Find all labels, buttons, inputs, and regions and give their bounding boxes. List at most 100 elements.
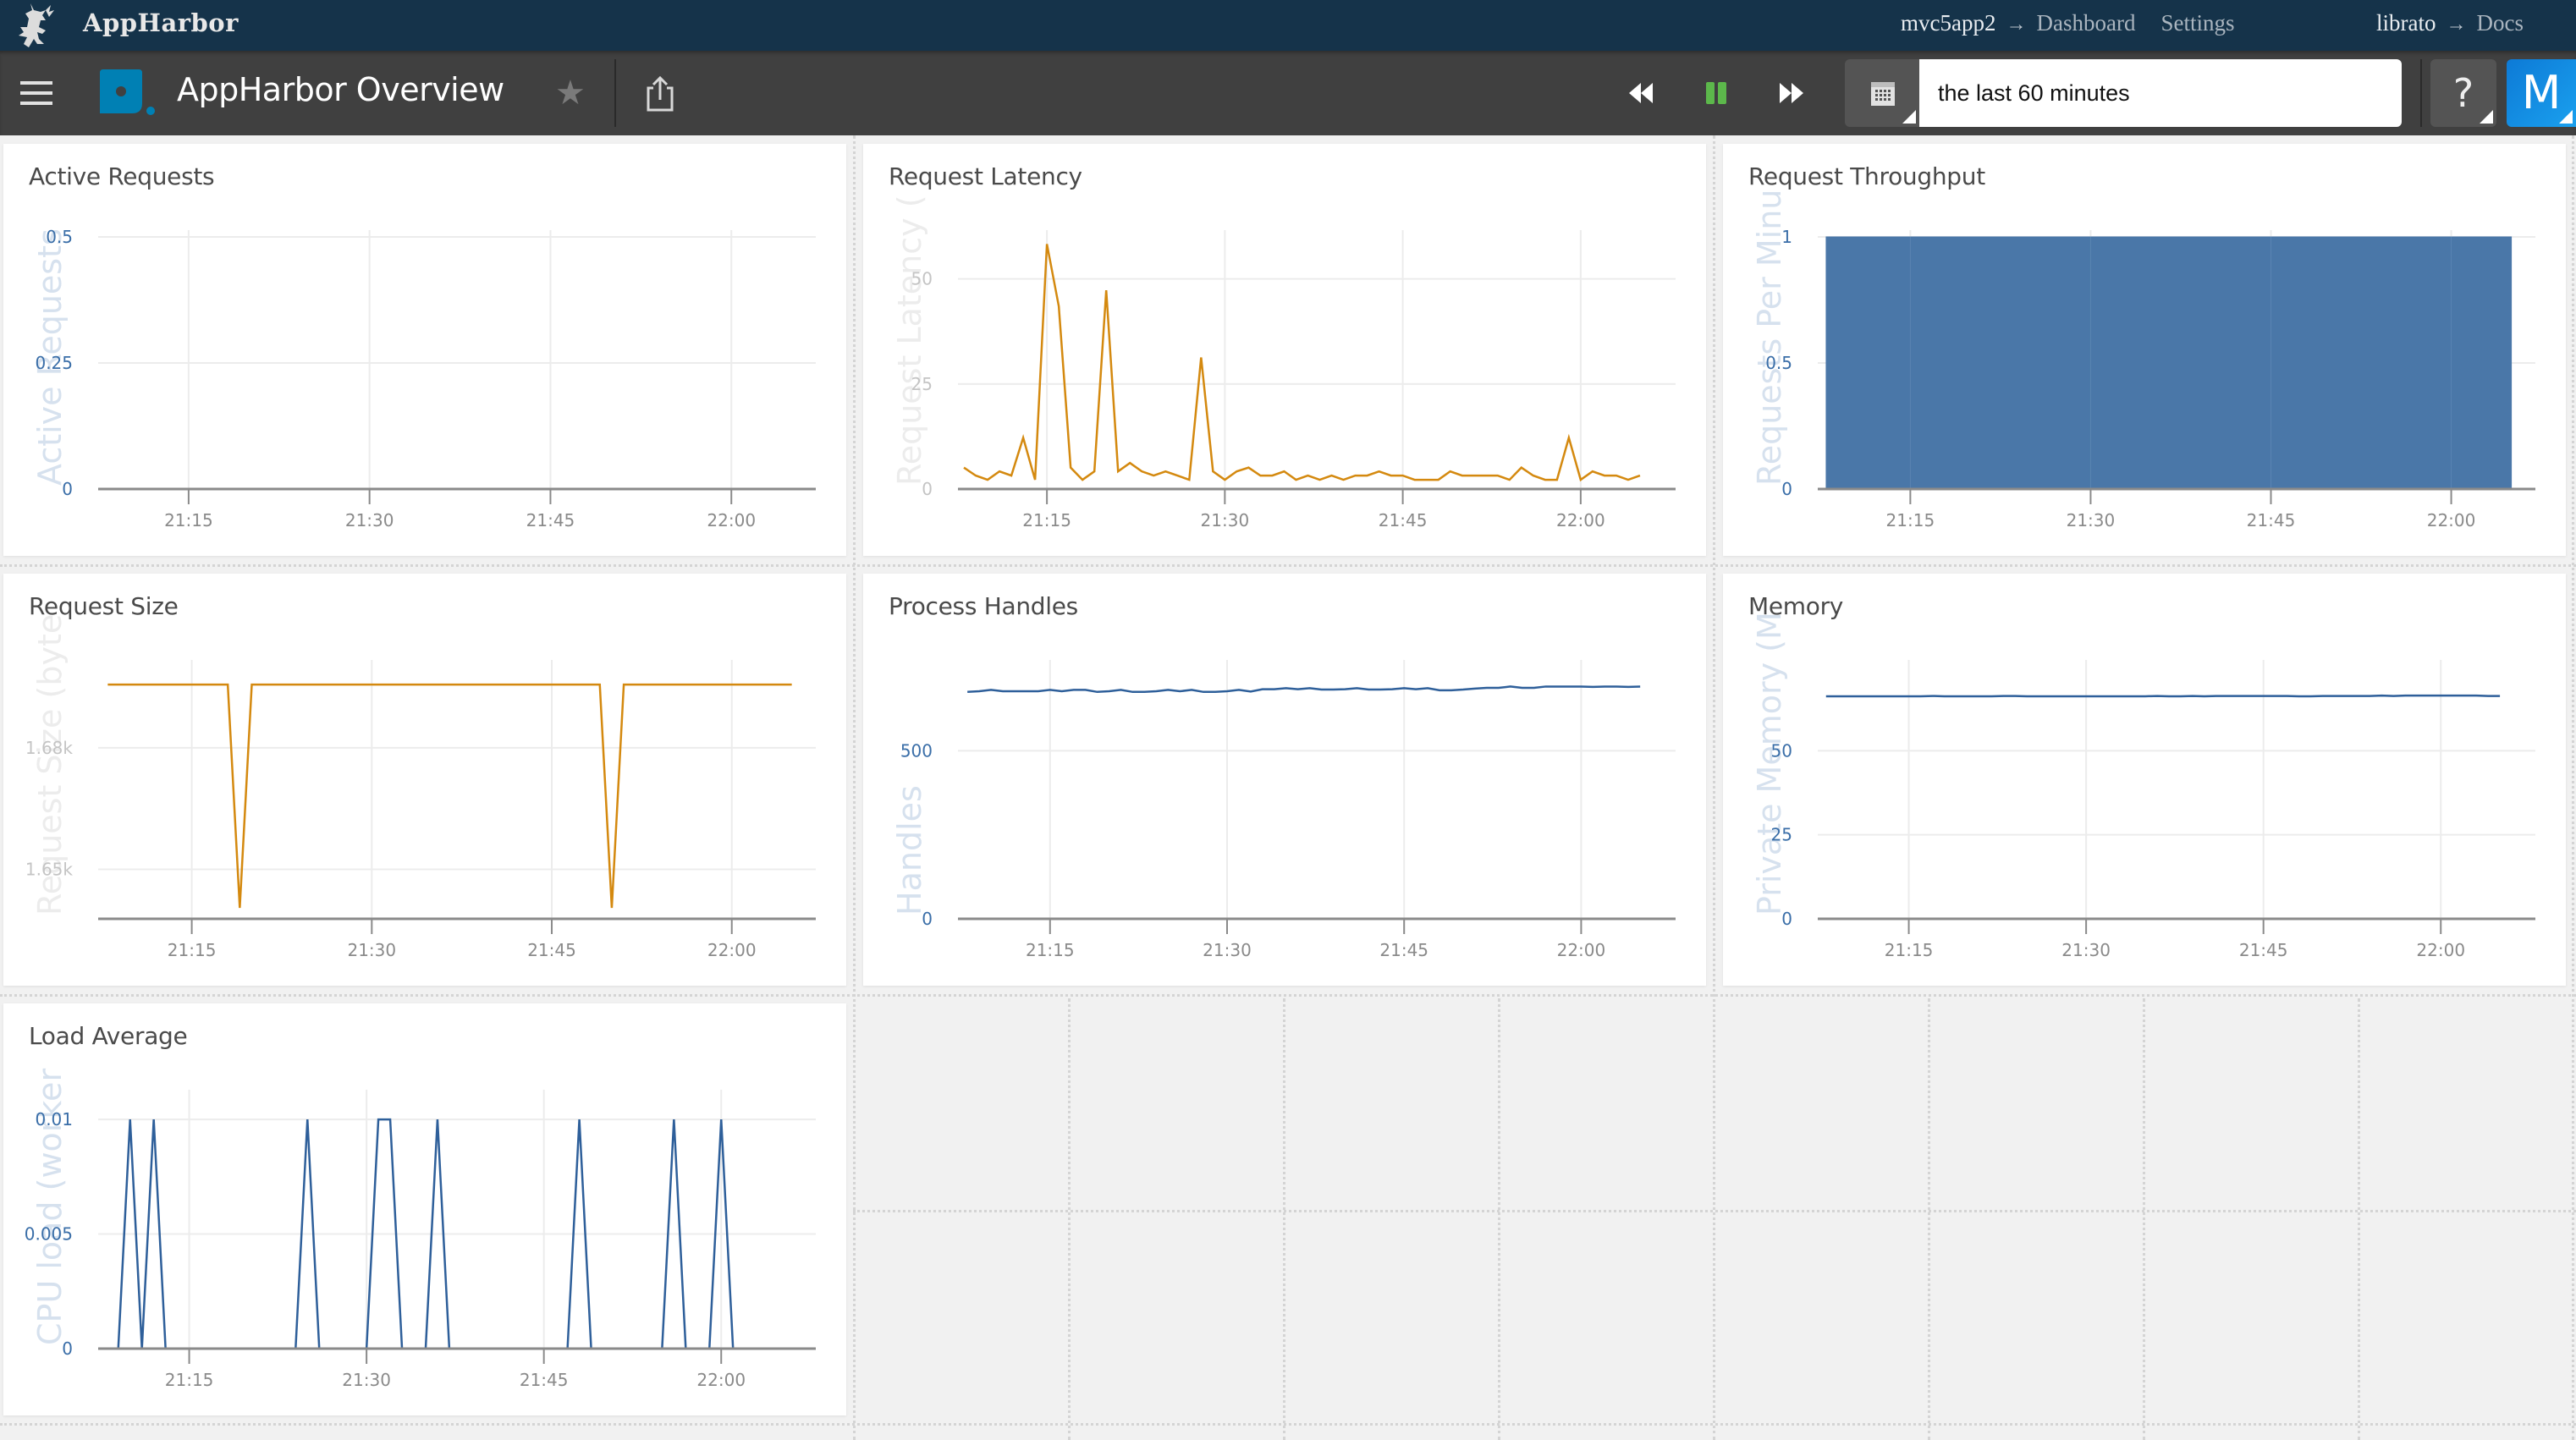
series-line [107,683,792,909]
grid-divider [2143,998,2145,1440]
user-avatar: M [2521,66,2562,119]
chart-svg: Handles0 500 21:15 21:30 21:45 22:00 [891,660,1676,960]
x-tick-label: 22:00 [2427,510,2476,530]
grid-divider [1283,998,1285,1440]
chart-panel-load-average[interactable]: Load Average CPU load (worker 0 0.005 0.01 2… [3,1003,846,1415]
x-tick-label: 21:45 [520,1370,569,1390]
dropdown-corner-icon [1902,110,1916,124]
chart-svg: Request Latency (0 25 50 21:15 21:30 21:45 22:… [891,195,1676,530]
chart-svg: Requests Per Minu00.5121:15 21:30 21:45 22:… [1751,190,2535,530]
calendar-icon [1871,82,1895,106]
x-tick-label: 21:30 [347,940,396,960]
x-tick-label: 22:00 [2416,940,2465,960]
grid-divider [2572,135,2574,1440]
dropdown-corner-icon [2559,110,2573,124]
dashboard-logo-icon [100,69,155,115]
help-icon: ? [2452,70,2474,116]
y-tick-label: 0 [922,909,933,929]
x-tick-label: 21:15 [1886,510,1935,530]
share-icon[interactable] [645,74,675,112]
grid-divider [1928,998,1930,1440]
app-name-link[interactable]: mvc5app2 [1901,10,1995,36]
x-tick-label: 21:30 [1201,510,1250,530]
dropdown-corner-icon [2480,110,2493,124]
chart-svg: Private Memory (M0 25 50 21:15 21:30 21:45 22:… [1751,612,2535,960]
x-tick-label: 22:00 [707,940,757,960]
x-tick-label: 21:15 [164,510,213,530]
grid-divider [2358,998,2360,1440]
x-tick-label: 21:45 [527,940,576,960]
chart-panel-request-latency[interactable]: Request Latency Request Latency (0 25 50 21… [863,144,1706,556]
x-tick-label: 21:15 [168,940,217,960]
dashboard-link[interactable]: Dashboard [2036,10,2135,36]
series-line [967,685,1641,694]
arrow-right-icon: → [2446,14,2467,36]
chart-svg: Request Size (byte1.65k1.68k21:15 21:30 21… [25,614,816,960]
x-tick-label: 21:15 [1885,940,1934,960]
y-tick-label: 0.5 [1765,353,1792,373]
dashboard-toolbar: AppHarbor Overview ★ ? M [0,51,2576,135]
x-tick-label: 21:30 [342,1370,391,1390]
x-tick-label: 21:45 [2247,510,2296,530]
settings-link[interactable]: Settings [2160,10,2234,36]
x-tick-label: 21:45 [1379,510,1428,530]
y-tick-label: 25 [911,374,933,394]
y-axis-title: Request Latency ( [891,195,928,486]
arrow-right-icon: → [2006,14,2027,36]
x-tick-label: 22:00 [707,510,756,530]
y-axis-title: Private Memory (M [1751,612,1788,915]
x-tick-label: 21:45 [2239,940,2288,960]
y-tick-label: 0.25 [35,353,73,373]
y-tick-label: 25 [1771,825,1792,845]
y-tick-label: 50 [911,269,933,289]
chart-panel-request-throughput[interactable]: Request Throughput Requests Per Minu 0 0.5… [1723,144,2566,556]
y-tick-label: 500 [900,740,933,761]
x-tick-label: 21:15 [165,1370,214,1390]
docs-link[interactable]: Docs [2476,10,2524,36]
chart-panel-request-size[interactable]: Request Size Request Size (byte 1.65k 1.68… [3,574,846,986]
x-tick-label: 22:00 [1556,510,1605,530]
pause-icon[interactable] [1701,78,1731,108]
x-tick-label: 21:30 [2061,940,2111,960]
grid-divider [0,1423,2576,1426]
y-tick-label: 0 [1781,479,1792,499]
grid-divider [1498,998,1500,1440]
x-tick-label: 21:30 [345,510,394,530]
top-nav-bar: AppHarbor mvc5app2 → Dashboard Settings lib… [0,0,2576,51]
chart-svg: CPU load (worker00.0050.0121:15 21:30 21:4… [25,1069,816,1390]
x-tick-label: 21:30 [2067,510,2116,530]
chart-svg: Active Requests00.250.521:15 21:30 21:45 22… [31,227,816,530]
y-tick-label: 0 [62,1338,73,1359]
chart-panel-process-handles[interactable]: Process Handles Handles 0 500 21:15 21:30 21:… [863,574,1706,986]
brand-name[interactable]: AppHarbor [83,8,239,37]
x-tick-label: 21:45 [526,510,575,530]
x-tick-label: 21:45 [1379,940,1428,960]
grid-divider [1713,135,1715,1440]
favorite-star-icon[interactable]: ★ [555,76,586,110]
y-tick-label: 1.68k [25,738,74,758]
chart-panel-active-requests[interactable]: Active Requests Active Requests 0 0.25 0.5 2… [3,144,846,556]
rewind-icon[interactable] [1626,78,1656,108]
app-breadcrumb: mvc5app2 → Dashboard Settings [1901,10,2234,36]
x-tick-label: 21:30 [1203,940,1252,960]
hamburger-menu-icon[interactable] [20,81,52,105]
grid-divider [0,994,2576,997]
time-range-input[interactable] [1919,59,2402,127]
divider [614,59,616,127]
x-tick-label: 21:15 [1026,940,1075,960]
librato-link[interactable]: librato [2376,10,2436,36]
calendar-button[interactable] [1845,59,1919,127]
x-tick-label: 22:00 [696,1370,746,1390]
addon-breadcrumb: librato → Docs [2376,10,2524,36]
y-tick-label: 0.005 [25,1224,73,1245]
appharbor-dragon-logo-icon[interactable] [12,2,59,49]
y-tick-label: 1.65k [25,860,74,880]
dashboard-title: AppHarbor Overview [177,71,504,108]
y-axis-title: Handles [891,785,928,915]
y-tick-label: 0 [62,479,73,499]
chart-panel-memory[interactable]: Memory Private Memory (M 0 25 50 21:15 21:30 2… [1723,574,2566,986]
user-menu-button[interactable]: M [2507,59,2576,127]
fast-forward-icon[interactable] [1776,78,1807,108]
grid-divider [0,564,2576,567]
help-button[interactable]: ? [2430,59,2496,127]
